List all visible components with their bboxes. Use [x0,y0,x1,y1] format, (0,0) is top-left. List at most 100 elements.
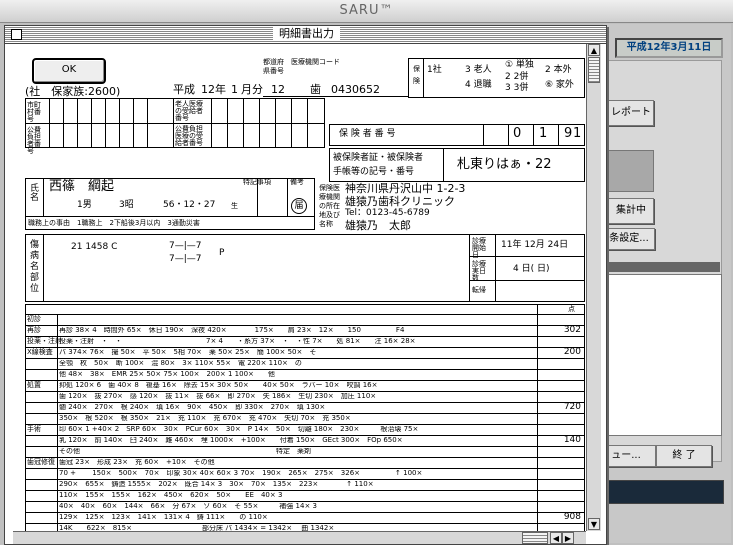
insurer-type: (社 保家族:2600) [25,85,121,98]
doctor-name: 雄猿乃 太郎 [345,219,411,232]
month-unit: 月分 [241,83,263,96]
row-divider [25,523,585,524]
row-items: 印 60× 1 +40× 2 SRP 60× 30× PCur 60× 30× … [59,426,419,433]
row-items: 他 48× 38× EMR 25× 50× 75× 100× 200× 1 10… [59,371,275,378]
inst-code-label: 医療機関コード [291,58,340,66]
patient-era: 3昭 [119,200,134,210]
ins-kind-label-1: 保 [413,65,420,73]
stamp-icon: 届 [291,198,307,214]
date-display: 平成12年3月11日 [615,38,723,58]
special-label: 特記事項 [243,178,271,186]
row-divider [25,435,585,436]
city-label: 市町村番号 [27,101,41,123]
start-date: 11年 12月 24日 [501,240,569,250]
treatment-days: 4 日( 日) [513,264,550,274]
row-label: 手術 [27,425,41,433]
pref-code-label-2: 県番号 [263,67,284,75]
report-button[interactable]: レポート [608,100,654,126]
insurer-digit-4: 1 [573,126,582,141]
row-items: 抑処 120× 6 歯 40× 8 複基 16× 除去 15× 30× 50× … [59,382,378,389]
label-column-divider [57,314,58,531]
row-divider [25,325,585,326]
back-list [604,274,722,436]
row-divider [25,446,585,447]
row-divider [25,391,585,392]
row-divider [25,314,585,315]
vertical-scrollbar[interactable]: ▲ ▼ [586,44,601,531]
row-label: 初診 [27,315,41,323]
address-label: 保険医療機関の所在地及び名称 [319,184,340,228]
insurer-digit-1: 0 [513,126,522,141]
row-items: 髄 240× 270× 根 240× 填 16× 90× 450× 即 330×… [59,404,326,411]
stamp-text: 届 [294,201,304,211]
ok-button[interactable]: OK [32,58,106,84]
close-box-icon[interactable] [11,29,22,40]
row-items: 投薬・注射 ・ ・ 7× 4 ・糸方 37× ・ ・性 7× 処 81× 注 1… [59,338,416,345]
row-label: 再診 [27,326,41,334]
row-divider [25,402,585,403]
birth-unit: 生 [231,202,238,210]
insurer-digit-2: 1 [539,126,548,141]
kind-single: ① 単独 [505,60,534,70]
end-button[interactable]: 終 了 [656,445,712,467]
inst-code-value: 0430652 [331,83,380,96]
insurer-number-label: 保 険 者 番 号 [339,129,396,139]
row-items: 290× 655× 鋳造 1555× 202× 既合 14× 3 30× 70×… [59,481,374,488]
point-label: 点 [568,305,575,313]
row-items: 乳 120× 前 140× 臼 240× 難 460× 埋 1000× +100… [59,437,403,444]
horizontal-scrollbar[interactable]: ◀ ▶ [13,531,586,544]
row-points: 200 [563,347,581,357]
statement-form: OK (社 保家族:2600) 都道府 県番号 医療機関コード 平成 12 年 … [13,44,585,531]
pref-code-value: 12 [271,83,285,96]
row-points: 302 [563,325,581,335]
card-label-2: 手帳等の記号・番号 [333,167,415,177]
name-label: 氏名 [30,184,40,203]
kind-family-out: ⑥ 家外 [545,80,574,90]
patient-gender: 1男 [77,200,92,210]
vertical-scroll-thumb[interactable] [588,57,600,83]
end-button-label: 終 了 [672,450,696,461]
settings-button[interactable]: 条設定... [603,228,655,250]
modal-title: 明細書出力 [273,27,340,41]
row-divider [25,413,585,414]
kind-main-out: 2 本外 [545,65,572,75]
days-label: 診療実日数 [472,260,486,282]
back-divider [604,262,720,272]
patient-name: 西篠 綱起 [49,179,115,194]
ins-kind-label-2: 険 [413,77,420,85]
scroll-left-icon[interactable]: ◀ [550,532,562,544]
scroll-right-icon[interactable]: ▶ [562,532,574,544]
row-items: 110× 155× 155× 162× 450× 620× 50× EE 40×… [59,492,283,499]
notes-label: 備考 [290,178,304,186]
row-items: 70 + 150× 500× 70× 印象 30× 40× 60× 3 70× … [59,470,423,477]
row-divider [25,479,585,480]
pref-code-label: 都道府 [263,58,284,66]
row-divider [25,347,585,348]
row-items: パ 374× 76× 撮 50× 平 50× 5相 70× 薬 50× 25× … [59,349,317,356]
tooth-code: 21 1458 C [71,242,118,252]
modal-title-bar[interactable]: 明細書出力 [5,26,606,44]
scroll-up-icon[interactable]: ▲ [588,44,600,56]
counting-button[interactable]: 集計中 [608,198,654,224]
insurance-kind-box [408,58,585,98]
clinic-name: 雄猿乃歯科クリニック [345,195,455,208]
ok-button-label: OK [61,64,77,75]
row-label: 歯冠修復 [27,458,55,466]
row-divider [25,380,585,381]
row-divider [25,358,585,359]
row-divider [25,501,585,502]
insurer-digit-3: 9 [564,126,573,141]
scroll-down-icon[interactable]: ▼ [588,518,600,530]
row-items: 歯 120× 抜 270× 感 120× 抜 11× 抜 66× 即 270× … [59,393,377,400]
pub1-label: 公費負担者番号 [27,126,41,155]
app-title-bar: SARU™ [0,0,733,23]
row-items: 40× 40× 60× 144× 66× 分 67× ゾ 60× そ 55× 補… [59,503,317,510]
row-divider [25,468,585,469]
tooth-p: P [219,248,225,258]
horizontal-scroll-thumb[interactable] [522,532,548,544]
statement-output-window: 明細書出力 OK (社 保家族:2600) 都道府 県番号 医療機関コード 平成… [4,25,607,545]
row-items: 350× 根 520× 根 350× 21× 充 110× 充 670× 充 4… [59,415,351,422]
report-button-label: レポート [611,107,651,118]
row-points: 720 [563,402,581,412]
row-label: 処置 [27,381,41,389]
